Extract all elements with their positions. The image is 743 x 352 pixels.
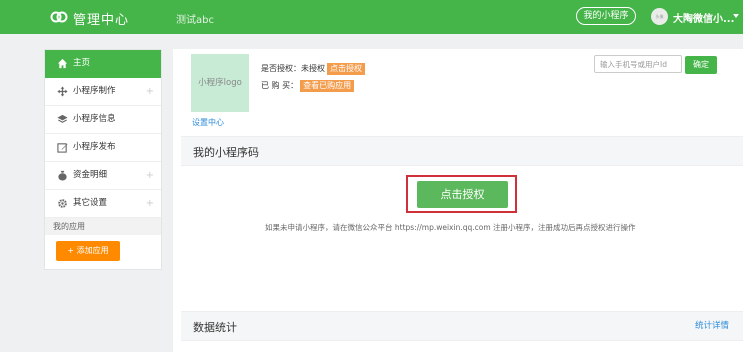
authorization-status-row: 是否授权：未授权 点击授权: [261, 63, 365, 75]
purchased-row: 已 购 买： 查看已购应用: [261, 80, 355, 92]
expand-plus-icon[interactable]: +: [146, 162, 154, 189]
money-bag-icon: [58, 170, 67, 181]
stats-detail-link[interactable]: 统计详情: [695, 319, 729, 331]
sidebar-item-label: 主页: [73, 58, 91, 68]
link-logo-icon: [50, 11, 68, 23]
sidebar-item-label: 其它设置: [73, 198, 108, 208]
avatar[interactable]: 头像: [651, 8, 668, 25]
confirm-button[interactable]: 确定: [685, 56, 717, 74]
authorize-button[interactable]: 点击授权: [417, 181, 508, 208]
purchased-label: 已 购 买：: [261, 81, 299, 90]
qrcode-panel-title: 我的小程序码: [193, 146, 259, 159]
authorization-status-label: 是否授权：未授权: [261, 64, 325, 73]
sidebar-item-label: 小程序制作: [73, 86, 116, 96]
sidebar-item-home[interactable]: 主页: [45, 50, 161, 78]
sidebar-item-mini-program-make[interactable]: 小程序制作 +: [45, 78, 161, 106]
move-icon: [57, 86, 68, 97]
my-apps-section-label: 我的应用: [45, 218, 161, 235]
sidebar: 主页 小程序制作 + 小程序信息 小程序发布 资金明细 + 其它设置 + 我的应…: [44, 49, 162, 270]
sidebar-item-other-settings[interactable]: 其它设置 +: [45, 190, 161, 218]
qrcode-panel-header: 我的小程序码: [181, 136, 743, 166]
app-logo-placeholder: 小程序logo: [191, 54, 249, 112]
sidebar-item-funds[interactable]: 资金明细 +: [45, 162, 161, 190]
brand-title: 管理中心: [73, 13, 130, 28]
sidebar-item-mini-program-publish[interactable]: 小程序发布: [45, 134, 161, 162]
username-menu[interactable]: 大陶微信小...: [673, 10, 734, 25]
settings-center-link[interactable]: 设置中心: [192, 117, 224, 128]
authorize-tag-button[interactable]: 点击授权: [327, 63, 365, 75]
expand-plus-icon[interactable]: +: [146, 78, 154, 105]
top-bar: 管理中心 测试abc 我的小程序 头像 大陶微信小...: [0, 0, 743, 34]
expand-plus-icon[interactable]: +: [146, 190, 154, 217]
sidebar-item-label: 小程序信息: [73, 114, 116, 124]
user-search-input[interactable]: [594, 55, 682, 73]
gear-icon: [58, 199, 67, 208]
chevron-down-icon[interactable]: [733, 14, 739, 18]
main-content: 小程序logo 设置中心 是否授权：未授权点击授权 已 购 买：查看已购应用 确…: [173, 49, 743, 352]
sidebar-item-mini-program-info[interactable]: 小程序信息: [45, 106, 161, 134]
stats-panel-header: 数据统计 统计详情: [181, 311, 743, 341]
edit-icon: [57, 143, 68, 153]
layers-icon: [57, 114, 68, 123]
stats-panel-title: 数据统计: [193, 321, 237, 334]
home-icon: [57, 58, 68, 69]
my-mini-program-button[interactable]: 我的小程序: [576, 7, 636, 25]
account-name: 测试abc: [176, 15, 214, 26]
view-purchased-apps-button[interactable]: 查看已购应用: [300, 80, 355, 92]
sidebar-item-label: 资金明细: [73, 170, 108, 180]
sidebar-item-label: 小程序发布: [73, 142, 116, 152]
registration-hint: 如果未申请小程序，请在微信公众平台 https://mp.weixin.qq.c…: [265, 223, 636, 232]
add-app-button[interactable]: + 添加应用: [56, 241, 120, 261]
